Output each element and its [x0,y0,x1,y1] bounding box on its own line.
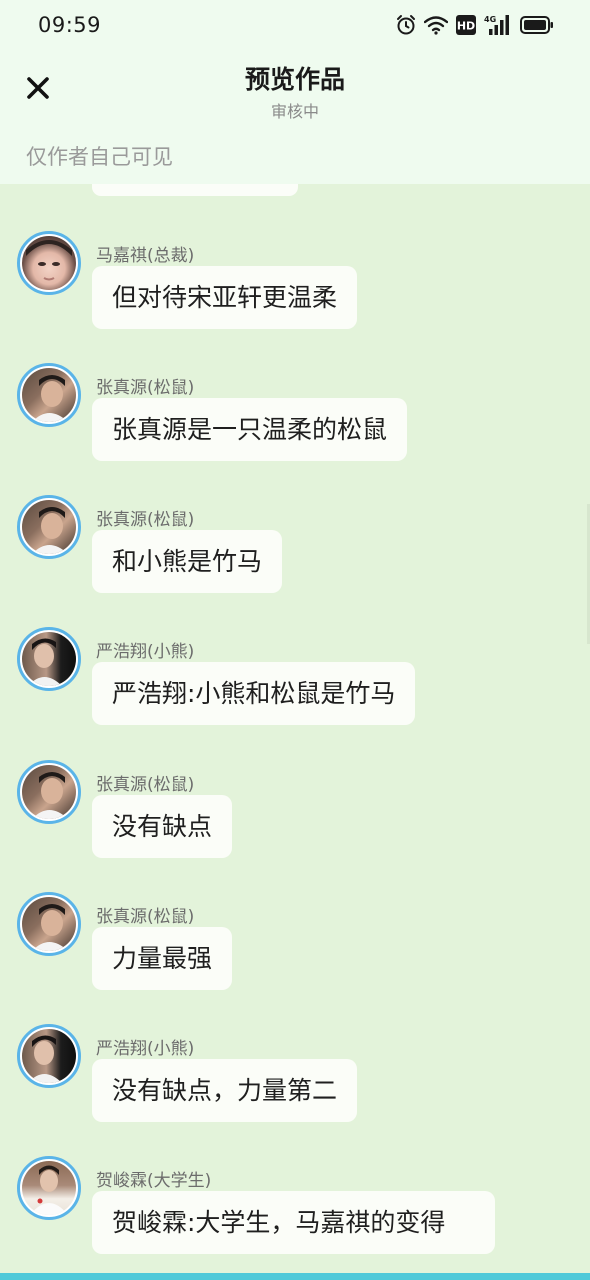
sender-name: 贺峻霖(大学生) [96,1171,212,1191]
sender-name: 严浩翔(小熊) [96,1039,195,1059]
sender-name: 张真源(松鼠) [96,775,195,795]
message-bubble: 没有缺点 [92,795,233,858]
sender-name: 张真源(松鼠) [96,907,195,927]
status-time: 09:59 [38,13,102,37]
4g-signal-icon: 4G [484,14,512,36]
sender-name: 张真源(松鼠) [96,510,195,530]
bottom-accent-bar [0,1273,590,1280]
message-bubble: 严浩翔:小熊和松鼠是竹马 [92,662,416,725]
alarm-icon [396,14,416,36]
avatar[interactable] [17,892,81,956]
status-icons: HD 4G [396,14,554,36]
message-bubble: 力量最强 [92,927,233,990]
avatar[interactable] [17,1024,81,1088]
avatar[interactable] [17,1156,81,1220]
svg-text:HD: HD [457,20,475,33]
avatar[interactable] [17,231,81,295]
avatar[interactable] [17,363,81,427]
top-header-area: 09:59 HD 4G 预览作品 审核中 仅作者自己可见 [0,0,590,184]
sender-name: 张真源(松鼠) [96,378,195,398]
hd-icon: HD [456,15,476,35]
page-title: 预览作品 [244,65,345,94]
message-bubble: 贺峻霖:大学生，马嘉祺的变得 [92,1191,495,1254]
status-bar: 09:59 HD 4G [0,0,590,52]
avatar[interactable] [17,495,81,559]
chat-preview-list[interactable]: 马嘉祺(总裁) 但对待宋亚轩更温柔 张真源(松鼠) 张真源是一只温柔的松鼠 张真… [0,184,590,1280]
message-bubble: 但对待宋亚轩更温柔 [92,266,358,329]
avatar[interactable] [17,627,81,691]
wifi-icon [424,15,448,35]
avatar[interactable] [17,760,81,824]
sender-name: 严浩翔(小熊) [96,642,195,662]
partial-message-bubble [92,184,298,196]
message-bubble: 张真源是一只温柔的松鼠 [92,398,408,461]
message-bubble: 和小熊是竹马 [92,530,283,593]
sender-name: 马嘉祺(总裁) [96,246,195,266]
battery-icon [520,16,554,34]
svg-text:4G: 4G [484,15,496,24]
message-bubble: 没有缺点，力量第二 [92,1059,358,1122]
review-status: 审核中 [270,102,319,121]
visibility-note: 仅作者自己可见 [26,145,173,169]
